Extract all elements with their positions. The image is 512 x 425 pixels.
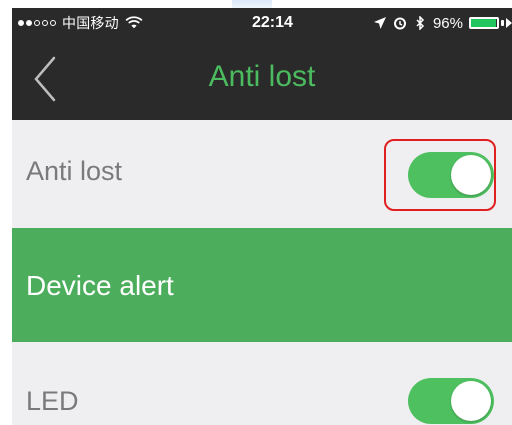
- location-arrow-icon: [373, 17, 386, 29]
- status-left: 中国移动: [18, 13, 218, 33]
- led-row: LED: [12, 342, 512, 425]
- signal-dot: [18, 20, 24, 26]
- signal-dot: [42, 20, 48, 26]
- status-right: 96%: [373, 15, 504, 32]
- battery-fill: [471, 19, 496, 27]
- page-title: Anti lost: [208, 60, 316, 93]
- led-label: LED: [26, 386, 79, 416]
- status-bar: 中国移动 22:14 96%: [12, 8, 512, 38]
- carrier-name: 中国移动: [62, 16, 119, 32]
- device-alert-header: Device alert: [12, 228, 512, 342]
- battery-percent: 96%: [432, 14, 463, 32]
- anti-lost-label: Anti lost: [26, 156, 123, 186]
- toggle-knob: [451, 381, 491, 421]
- signal-dot: [50, 20, 56, 26]
- signal-dot: [26, 20, 32, 26]
- bluetooth-icon: [416, 16, 425, 30]
- signal-dot: [34, 20, 40, 26]
- alarm-icon: [393, 17, 406, 30]
- led-toggle[interactable]: [408, 378, 494, 424]
- signal-strength: [18, 20, 56, 26]
- wifi-icon: [125, 16, 143, 29]
- nav-bar: Anti lost: [12, 38, 512, 120]
- battery-body: [469, 17, 499, 29]
- section-title: Device alert: [26, 270, 174, 301]
- battery-icon: [469, 17, 504, 29]
- battery-tip: [501, 20, 504, 26]
- highlight-annotation: [384, 139, 496, 211]
- status-time: 22:14: [252, 14, 293, 31]
